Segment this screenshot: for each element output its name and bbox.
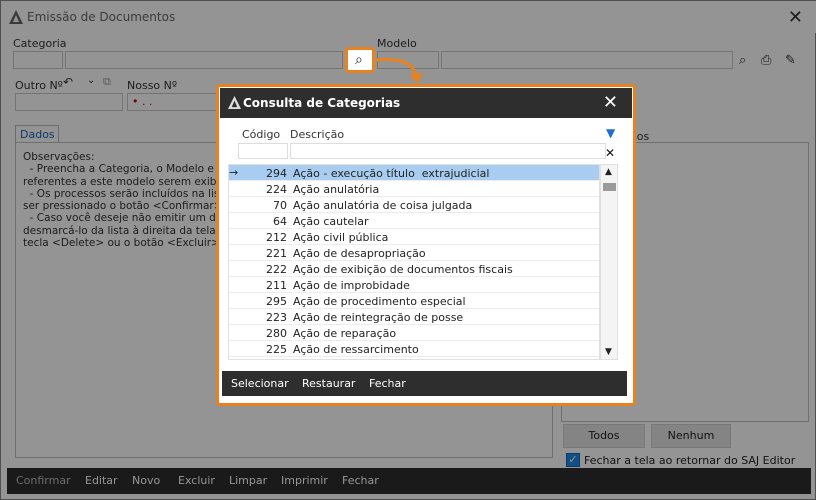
restaurar-button[interactable]: Restaurar [302,377,355,390]
dialog-title: Consulta de Categorias [243,96,401,110]
row-codigo: 224 [266,183,287,196]
row-codigo: 221 [266,247,287,260]
dialog-title-bar: Consulta de Categorias ✕ [220,88,632,118]
dialog-close-icon[interactable]: ✕ [603,92,618,113]
row-codigo: 64 [273,215,287,228]
categorias-grid: → 294 Ação - execução título extrajudicial… [228,164,600,360]
filter-row [228,143,618,159]
col-codigo[interactable]: Código [242,128,280,141]
row-descricao: Ação de reparação [293,327,397,340]
row-descricao: Ação anulatória [293,183,380,196]
col-descricao[interactable]: Descrição [290,128,344,141]
table-row[interactable]: 224 Ação anulatória [229,181,599,197]
row-codigo: 295 [266,295,287,308]
table-row[interactable]: 225 Ação de ressarcimento [229,341,599,357]
current-row-arrow-icon: → [229,166,239,179]
row-codigo: 225 [266,343,287,356]
table-row[interactable]: 222 Ação de exibição de documentos fiscai… [229,261,599,277]
row-descricao: Ação anulatória de coisa julgada [293,199,473,212]
selecionar-button[interactable]: Selecionar [231,377,289,390]
scroll-down-icon[interactable]: ▼ [605,347,612,357]
grid-header: Código Descrição [228,126,602,142]
row-descricao: Ação civil pública [293,231,389,244]
filter-icon[interactable]: ▼ [606,126,615,140]
row-codigo: 222 [266,263,287,276]
table-row[interactable]: 70 Ação anulatória de coisa julgada [229,197,599,213]
row-descricao: Ação cautelar [293,215,369,228]
row-codigo: 223 [266,311,287,324]
row-codigo: 70 [273,199,287,212]
table-row[interactable]: 221 Ação de desapropriação [229,245,599,261]
row-codigo: 211 [266,279,287,292]
table-row[interactable]: 295 Ação de procedimento especial [229,293,599,309]
dialog-fechar-button[interactable]: Fechar [369,377,406,390]
app-logo-icon [228,96,241,109]
filter-codigo-input[interactable] [238,143,288,159]
row-codigo: 280 [266,327,287,340]
table-row[interactable]: 223 Ação de reintegração de posse [229,309,599,325]
row-descricao: Ação de desapropriação [293,247,426,260]
row-codigo: 212 [266,231,287,244]
row-descricao: Ação de improbidade [293,279,410,292]
filter-descricao-input[interactable] [290,143,606,159]
table-row[interactable]: 211 Ação de improbidade [229,277,599,293]
row-descricao: Ação de procedimento especial [293,295,466,308]
table-row[interactable]: 280 Ação de reparação [229,325,599,341]
row-descricao: Ação de reintegração de posse [293,311,464,324]
scroll-up-icon[interactable]: ▲ [605,167,612,177]
table-row[interactable]: 64 Ação cautelar [229,213,599,229]
row-codigo: 294 [266,167,287,180]
dialog-action-bar: Selecionar Restaurar Fechar [222,371,627,396]
row-descricao: Ação de exibição de documentos fiscais [293,263,513,276]
row-descricao: Ação de ressarcimento [293,343,419,356]
row-descricao: Ação - execução título extrajudicial [293,167,490,180]
table-row[interactable]: → 294 Ação - execução título extrajudicial [229,165,599,181]
clear-filter-icon[interactable]: ✕ [605,146,615,160]
scroll-thumb[interactable] [603,183,616,191]
table-row[interactable]: 212 Ação civil pública [229,229,599,245]
grid-scrollbar[interactable]: ▲ ▼ [600,164,618,360]
